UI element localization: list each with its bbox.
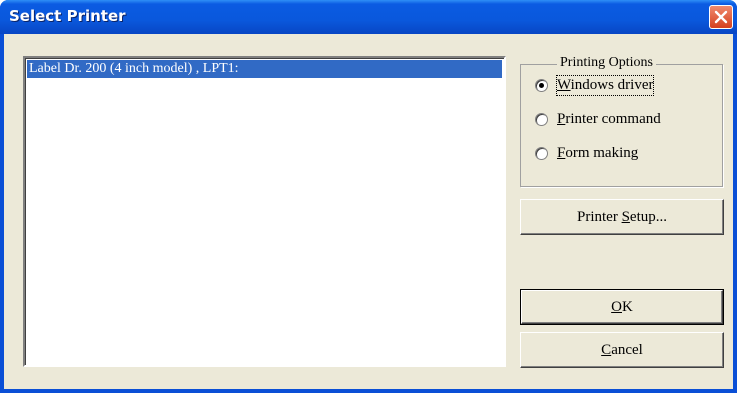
dialog-body: Label Dr. 200 (4 inch model) , LPT1: Pri… [4,34,733,389]
radio-checked-dot [539,83,544,88]
window-title: Select Printer [9,7,126,25]
windows-driver-label[interactable]: Windows driver [555,75,655,96]
radio-button-icon[interactable] [535,113,548,126]
printer-command-label[interactable]: Printer command [557,110,661,129]
cancel-label: Cancel [601,342,643,358]
radio-button-icon[interactable] [535,79,548,92]
select-printer-dialog: Select Printer Label Dr. 200 (4 inch mod… [0,0,737,393]
printer-setup-label: Printer Setup... [577,209,667,225]
ok-label: OK [611,299,633,315]
printing-options-title: Printing Options [557,55,656,71]
printer-list-item[interactable]: Label Dr. 200 (4 inch model) , LPT1: [27,60,502,78]
printer-listbox[interactable]: Label Dr. 200 (4 inch model) , LPT1: [23,56,506,367]
ok-button[interactable]: OK [520,289,724,325]
form-making-label[interactable]: Form making [557,144,638,163]
radio-button-icon[interactable] [535,147,548,160]
close-icon [714,10,728,24]
title-bar[interactable]: Select Printer [0,0,737,34]
printing-options-group: Printing Options Windows driver Printer … [520,55,723,187]
close-button[interactable] [709,5,733,29]
cancel-button[interactable]: Cancel [520,332,724,368]
printer-setup-button[interactable]: Printer Setup... [520,199,724,235]
